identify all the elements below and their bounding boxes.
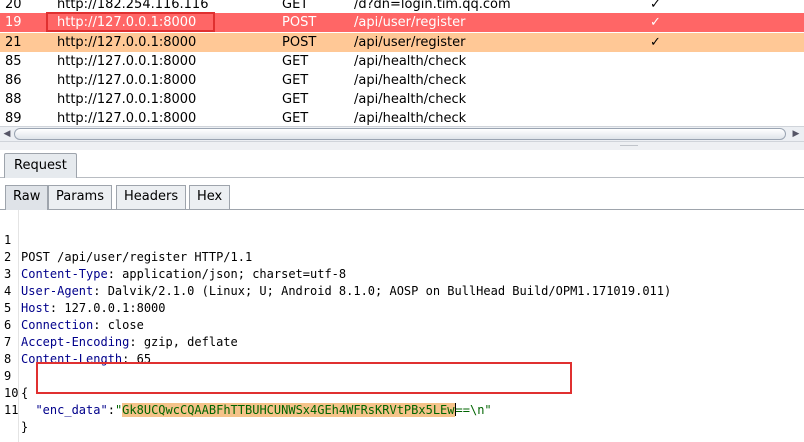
row-url: /api/health/check [354, 111, 467, 126]
row-host: http://127.0.0.1:8000 [57, 111, 197, 126]
raw-request-editor[interactable]: 1 POST /api/user/register HTTP/1.1 2 Con… [0, 210, 804, 442]
row-check-icon: ✓ [650, 35, 661, 50]
editor-line: 4 Host: 127.0.0.1:8000 [4, 284, 166, 315]
tab-params[interactable]: Params [48, 185, 112, 209]
row-number: 19 [5, 15, 22, 30]
pane-splitter[interactable] [0, 142, 804, 150]
row-host: http://127.0.0.1:8000 [57, 15, 197, 30]
row-url: /api/user/register [354, 15, 466, 30]
editor-line: 6 Accept-Encoding: gzip, deflate [4, 318, 238, 349]
history-row[interactable]: 85 http://127.0.0.1:8000 GET/api/health/ch… [0, 52, 804, 71]
tab-headers[interactable]: Headers [116, 185, 187, 209]
row-method: POST [282, 15, 317, 30]
editor-line: 2 Content-Type: application/json; charse… [4, 250, 347, 281]
editor-line: 8 [0, 334, 804, 366]
scroll-left-icon[interactable]: ◀ [1, 128, 13, 140]
line-number: 11 [4, 403, 19, 417]
editor-line: 1 POST /api/user/register HTTP/1.1 [0, 215, 804, 264]
json-value-rest: ==\n [455, 403, 485, 417]
row-check-icon: ✓ [650, 15, 661, 30]
row-method: POST [282, 35, 317, 50]
proxy-history-table: 20 http://182.254.116.116 GET/d?dn=login.t… [0, 0, 804, 126]
tab-request[interactable]: Request [4, 153, 77, 178]
row-url: /d?dn=login.tim.qq.com [354, 0, 511, 12]
row-number: 85 [5, 54, 22, 69]
row-host: http://127.0.0.1:8000 [57, 54, 197, 69]
row-number: 86 [5, 73, 22, 88]
row-method: GET [282, 111, 309, 126]
selected-enc-data[interactable]: Gk8UCQwcCQAABFhTTBUHCUNWSx4GEh4WFRsKRVtP… [122, 403, 455, 417]
history-row[interactable]: 19 http://127.0.0.1:8000 POST/api/user/reg… [0, 13, 804, 32]
row-url: /api/user/register [354, 35, 466, 50]
json-key: "enc_data" [35, 403, 108, 417]
history-horizontal-scrollbar[interactable]: ◀ ▶ [0, 126, 804, 142]
row-host: http://182.254.116.116 [57, 0, 209, 12]
message-tabbar: Request [0, 150, 804, 178]
json-colon: : [107, 403, 115, 417]
row-url: /api/health/check [354, 73, 467, 88]
editor-line: 7 Content-Length: 65 [4, 335, 152, 366]
row-number: 88 [5, 92, 22, 107]
json-quote-close: " [484, 403, 492, 417]
row-method: GET [282, 0, 309, 12]
row-check-icon: ✓ [650, 0, 661, 12]
row-number: 89 [5, 111, 22, 126]
row-number: 20 [5, 0, 22, 12]
editor-line: 3 User-Agent: Dalvik/2.1.0 (Linux; U; An… [4, 267, 672, 298]
history-row[interactable]: 21 http://127.0.0.1:8000 POST/api/user/reg… [0, 33, 804, 52]
row-host: http://127.0.0.1:8000 [57, 35, 197, 50]
history-row[interactable]: 86 http://127.0.0.1:8000 GET/api/health/ch… [0, 71, 804, 90]
json-close-brace: } [21, 420, 29, 434]
row-url: /api/health/check [354, 54, 467, 69]
row-method: GET [282, 92, 309, 107]
editor-gutter-divider [18, 210, 19, 442]
row-number: 21 [5, 35, 22, 50]
tab-hex[interactable]: Hex [189, 185, 231, 209]
scroll-right-icon[interactable]: ▶ [790, 128, 802, 140]
editor-line: 9 { [0, 351, 804, 400]
history-row[interactable]: 88 http://127.0.0.1:8000 GET/api/health/ch… [0, 90, 804, 109]
row-method: GET [282, 73, 309, 88]
history-row[interactable]: 20 http://182.254.116.116 GET/d?dn=login.t… [0, 0, 804, 14]
editor-line: 5 Connection: close [4, 301, 144, 332]
row-method: GET [282, 54, 309, 69]
editor-line: 10 "enc_data":"Gk8UCQwcCQAABFhTTBUHCUNWS… [0, 368, 804, 417]
message-view-tabs: Raw Params Headers Hex [0, 178, 804, 210]
history-row[interactable]: 89 http://127.0.0.1:8000 GET/api/health/ch… [0, 109, 804, 126]
row-host: http://127.0.0.1:8000 [57, 92, 197, 107]
tab-raw[interactable]: Raw [5, 185, 49, 210]
row-url: /api/health/check [354, 92, 467, 107]
row-host: http://127.0.0.1:8000 [57, 73, 197, 88]
editor-line: 11 } [0, 385, 804, 434]
splitter-grip-icon[interactable] [620, 145, 638, 147]
scrollbar-thumb[interactable] [14, 128, 786, 140]
